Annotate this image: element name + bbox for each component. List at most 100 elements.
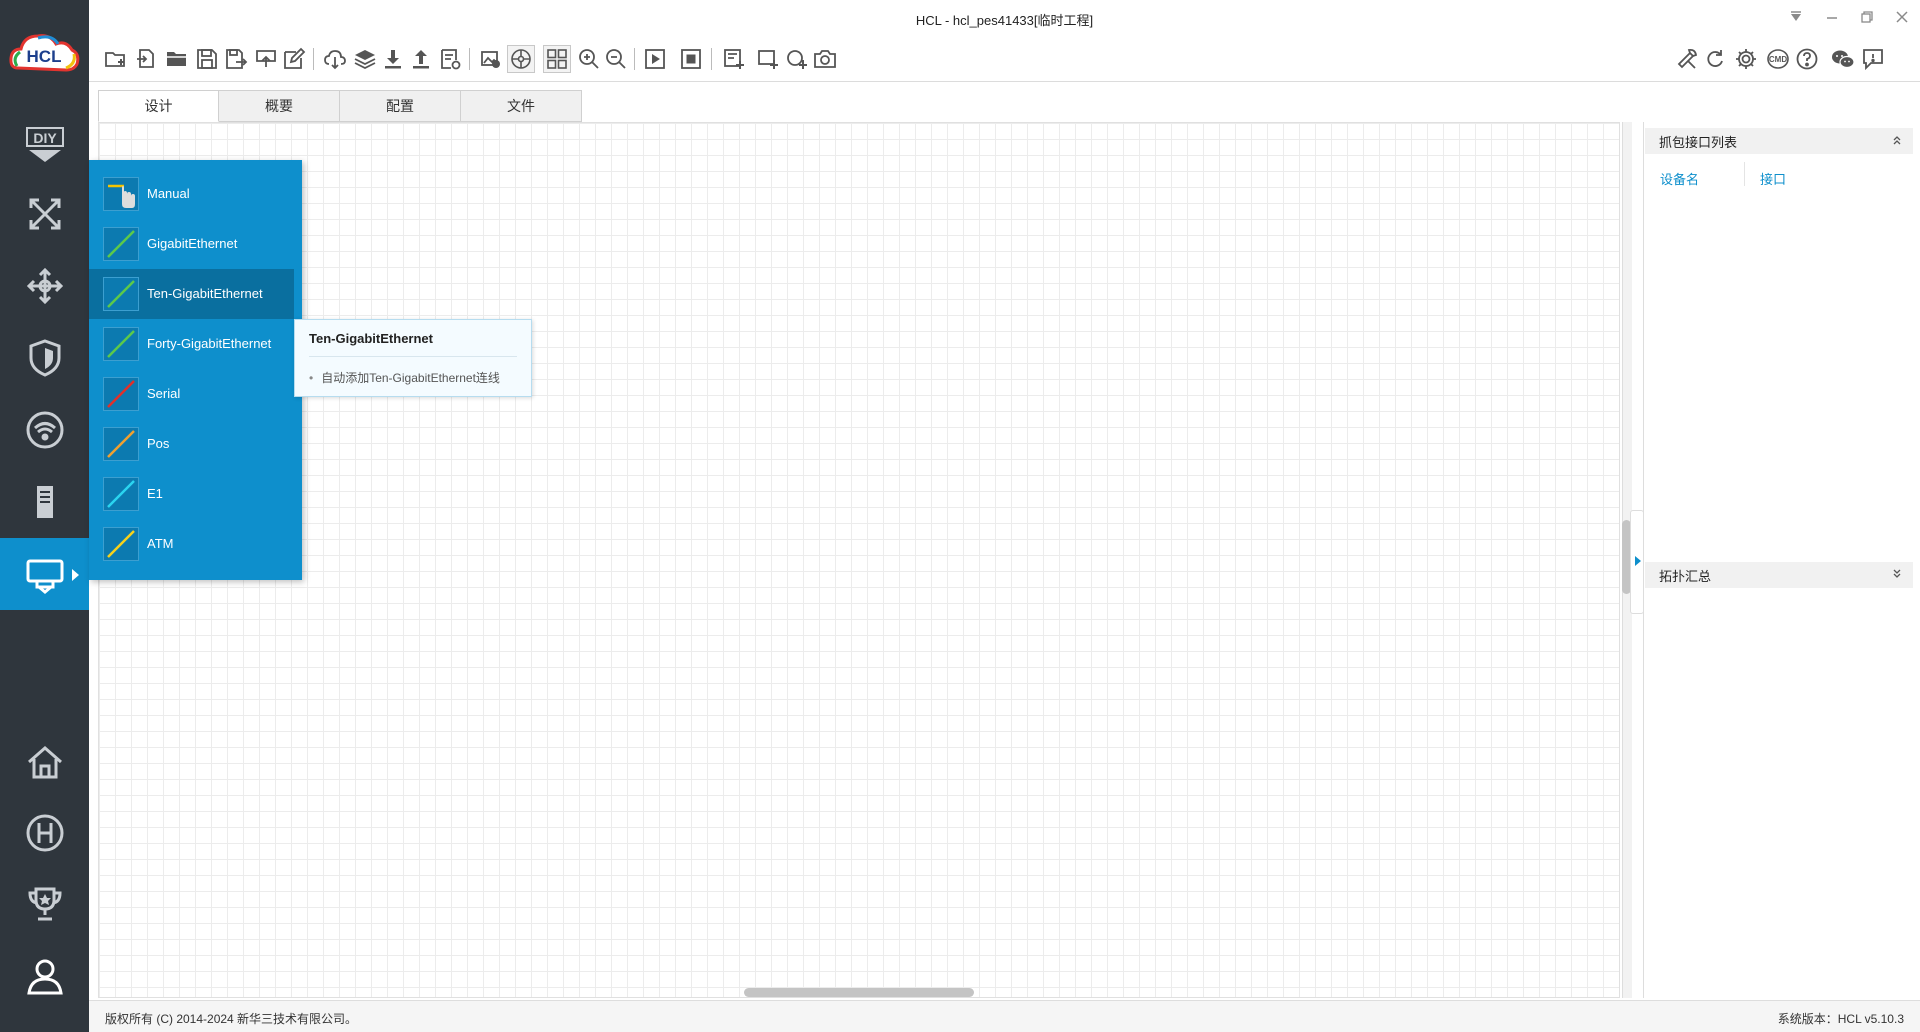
rail-h3c-button[interactable] [0, 797, 89, 869]
menu-dropdown-button[interactable] [1783, 6, 1809, 28]
left-rail: HCL DIY [0, 0, 89, 1032]
tab-file[interactable]: 文件 [461, 90, 582, 122]
zoom-in-button[interactable] [575, 45, 603, 73]
column-device-name[interactable]: 设备名 [1660, 169, 1699, 188]
tab-design[interactable]: 设计 [98, 90, 219, 122]
save-as-button[interactable] [222, 45, 250, 73]
cloud-download-button[interactable] [321, 45, 349, 73]
minimize-icon [1827, 17, 1837, 19]
rail-user-button[interactable] [0, 940, 89, 1012]
network-icon [511, 49, 531, 69]
topology-canvas[interactable] [98, 122, 1620, 998]
tools-button[interactable] [1673, 45, 1701, 73]
stop-all-button[interactable] [677, 45, 705, 73]
link-item-atm[interactable]: ATM [89, 519, 294, 569]
zoom-out-button[interactable] [602, 45, 630, 73]
forty-gigabitethernet-link-icon [103, 327, 139, 361]
add-circle-icon [787, 50, 807, 69]
link-item-pos[interactable]: Pos [89, 419, 294, 469]
link-item-manual[interactable]: Manual [89, 169, 294, 219]
link-label: Serial [147, 386, 181, 401]
new-folder-icon [105, 52, 125, 67]
link-item-gigabitethernet[interactable]: GigabitEthernet [89, 219, 294, 269]
rail-connection-button[interactable] [0, 538, 89, 610]
import-button[interactable] [252, 45, 280, 73]
horizontal-scrollbar[interactable] [744, 988, 974, 997]
link-item-serial[interactable]: Serial [89, 369, 294, 419]
chevron-up-icon [1893, 136, 1901, 145]
home-icon [27, 746, 62, 779]
link-item-forty-gigabitethernet[interactable]: Forty-GigabitEthernet [89, 319, 294, 369]
cmd-icon: CMD [1767, 49, 1789, 69]
link-label: Ten-GigabitEthernet [147, 286, 263, 301]
main-tabs: 设计 概要 配置 文件 [98, 90, 582, 122]
edit-icon [284, 47, 306, 69]
column-interface[interactable]: 接口 [1760, 169, 1786, 188]
save-icon [197, 49, 217, 69]
open-recent-button[interactable] [132, 45, 160, 73]
layers-button[interactable] [351, 45, 379, 73]
screenshot-button[interactable] [811, 45, 839, 73]
log-button[interactable] [436, 45, 464, 73]
dropdown-triangle-icon [1791, 11, 1801, 21]
layers-icon [354, 50, 376, 70]
refresh-button[interactable] [1701, 45, 1729, 73]
add-text-button[interactable] [720, 45, 748, 73]
save-button[interactable] [193, 45, 221, 73]
new-project-button[interactable] [102, 45, 130, 73]
image-icon [481, 51, 500, 68]
close-button[interactable] [1889, 6, 1915, 28]
rail-router-button[interactable] [0, 178, 89, 250]
rail-wireless-button[interactable] [0, 394, 89, 466]
help-button[interactable] [1793, 45, 1821, 73]
help-icon [1796, 48, 1818, 70]
device-view-button[interactable] [477, 45, 505, 73]
rail-trophy-button[interactable] [0, 868, 89, 940]
add-rectangle-button[interactable] [754, 45, 782, 73]
feedback-button[interactable] [1859, 45, 1887, 73]
import-icon [256, 50, 276, 67]
download-button[interactable] [379, 45, 407, 73]
open-project-button[interactable] [163, 45, 191, 73]
capture-list-header[interactable]: 抓包接口列表 [1645, 128, 1913, 154]
restore-button[interactable] [1854, 6, 1880, 28]
settings-button[interactable] [1732, 45, 1760, 73]
hcl-logo: HCL [8, 28, 80, 78]
column-divider [1744, 162, 1745, 186]
tab-config[interactable]: 配置 [340, 90, 461, 122]
window-title: HCL - hcl_pes41433[临时工程] [915, 13, 1094, 28]
add-ellipse-button[interactable] [783, 45, 811, 73]
tab-summary[interactable]: 概要 [219, 90, 340, 122]
rail-server-button[interactable] [0, 466, 89, 538]
h-logo-icon [26, 814, 63, 852]
open-file-icon [137, 49, 154, 68]
tooltip-divider [309, 356, 517, 357]
link-item-ten-gigabitethernet[interactable]: Ten-GigabitEthernet [89, 269, 294, 319]
collapse-panel-button[interactable] [1630, 510, 1644, 614]
edit-button[interactable] [280, 45, 308, 73]
topology-summary-header[interactable]: 拓扑汇总 [1645, 562, 1913, 588]
wechat-button[interactable] [1829, 45, 1857, 73]
topology-view-button[interactable] [507, 45, 535, 73]
upload-button[interactable] [407, 45, 435, 73]
capture-list-title: 抓包接口列表 [1659, 134, 1738, 150]
toolbar: CMD [89, 36, 1920, 82]
minimize-button[interactable] [1819, 6, 1845, 28]
rail-switch-button[interactable] [0, 250, 89, 322]
grid-view-button[interactable] [543, 45, 571, 73]
rail-firewall-button[interactable] [0, 322, 89, 394]
rail-home-button[interactable] [0, 726, 89, 798]
start-all-button[interactable] [641, 45, 669, 73]
toolbar-separator [711, 48, 712, 70]
gear-icon [1736, 49, 1756, 69]
switch-icon [26, 267, 63, 305]
rail-diy-button[interactable]: DIY [0, 108, 89, 180]
link-item-e1[interactable]: E1 [89, 469, 294, 519]
diy-icon: DIY [25, 127, 64, 162]
cmd-button[interactable]: CMD [1764, 45, 1792, 73]
pos-link-icon [103, 427, 139, 461]
link-icon [26, 559, 63, 594]
tooltip-title: Ten-GigabitEthernet [309, 331, 433, 346]
toolbar-separator [634, 48, 635, 70]
folder-icon [167, 52, 186, 66]
